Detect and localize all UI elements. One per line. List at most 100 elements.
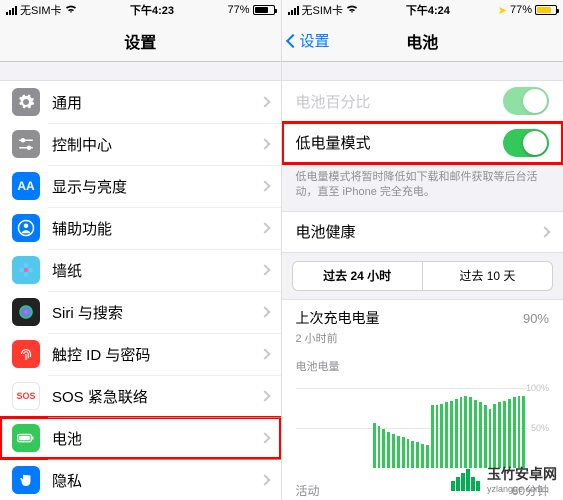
settings-group-main: 通用控制中心AA显示与亮度辅助功能墙纸Siri 与搜索触控 ID 与密码SOSS… [0, 80, 281, 500]
wifi-icon [346, 4, 358, 17]
nav-bar: 设置 [0, 20, 281, 62]
chart-bar [498, 402, 501, 468]
chevron-right-icon [259, 96, 270, 107]
low-power-mode-cell[interactable]: 低电量模式 [282, 122, 563, 164]
chevron-right-icon [259, 180, 270, 191]
wallpaper-icon [12, 256, 40, 284]
battery-level-chart: 100% 50% [296, 388, 550, 468]
settings-row-accessibility[interactable]: 辅助功能 [0, 207, 281, 249]
chart-bar [407, 439, 410, 468]
settings-row-siri[interactable]: Siri 与搜索 [0, 291, 281, 333]
watermark-title: 玉竹安卓网 [487, 466, 557, 482]
watermark-url: yzlangge.com [487, 484, 557, 494]
settings-row-wallpaper[interactable]: 墙纸 [0, 249, 281, 291]
chart-bar [402, 437, 405, 467]
chart-bar [503, 401, 506, 468]
siri-icon [12, 298, 40, 326]
chart-bar [387, 432, 390, 468]
chart-bar [426, 445, 429, 467]
low-power-mode-switch[interactable] [503, 129, 549, 157]
chart-ylabel-50: 50% [531, 423, 549, 433]
accessibility-icon [12, 214, 40, 242]
chart-bar [416, 442, 419, 468]
clock: 下午4:23 [130, 2, 174, 18]
chevron-right-icon [259, 306, 270, 317]
settings-row-battery[interactable]: 电池 [0, 417, 281, 459]
privacy-icon [12, 466, 40, 494]
row-label: SOS 紧急联络 [52, 386, 261, 407]
status-bar: 无SIM卡 下午4:23 77% [0, 0, 281, 20]
chart-bar [464, 396, 467, 468]
battery-health-cell[interactable]: 电池健康 [282, 211, 563, 253]
chevron-right-icon [259, 432, 270, 443]
battery-icon [12, 424, 40, 452]
chart-bar [479, 402, 482, 468]
last-charge-subtitle: 2 小时前 [296, 330, 550, 346]
cell-label: 电池健康 [296, 221, 542, 242]
activity-label: 活动 [296, 482, 320, 499]
chevron-right-icon [259, 264, 270, 275]
chart-bar [450, 401, 453, 468]
carrier-text: 无SIM卡 [20, 2, 62, 18]
chart-bar [474, 400, 477, 468]
chart-bar [440, 404, 443, 468]
row-label: 显示与亮度 [52, 176, 261, 197]
settings-row-control[interactable]: 控制中心 [0, 123, 281, 165]
chevron-right-icon [259, 222, 270, 233]
chart-bar [431, 405, 434, 467]
low-power-footnote: 低电量模式将暂时降低如下载和邮件获取等后台活动，直至 iPhone 完全充电。 [282, 164, 563, 211]
chart-bar [489, 409, 492, 468]
chart-bar [460, 397, 463, 467]
last-charge-pct: 90% [523, 311, 549, 326]
row-label: 通用 [52, 92, 261, 113]
chart-bar [392, 434, 395, 468]
battery-percentage-cell[interactable]: 电池百分比 [282, 80, 563, 122]
tab-last-24h[interactable]: 过去 24 小时 [293, 262, 422, 290]
battery-pct: 77% [510, 4, 532, 16]
battery-icon [253, 5, 275, 15]
battery-percentage-switch[interactable] [503, 87, 549, 115]
chevron-right-icon [259, 348, 270, 359]
chart-bar [421, 444, 424, 468]
chart-bar [493, 404, 496, 468]
settings-row-sos[interactable]: SOS SOS 紧急联络 [0, 375, 281, 417]
chart-bar [378, 426, 381, 468]
signal-icon [288, 6, 299, 15]
chevron-right-icon [539, 226, 550, 237]
chart-bar [484, 405, 487, 467]
chevron-right-icon [259, 474, 270, 485]
chart-bar [469, 397, 472, 467]
page-title: 设置 [124, 29, 156, 53]
settings-row-privacy[interactable]: 隐私 [0, 459, 281, 500]
back-button[interactable]: 设置 [288, 30, 330, 51]
settings-screen: 无SIM卡 下午4:23 77% 设置 通用控制中心 AA 显示与亮度辅助功能墙纸 S… [0, 0, 282, 500]
carrier-text: 无SIM卡 [302, 2, 344, 18]
chart-bar [508, 399, 511, 468]
row-label: 辅助功能 [52, 218, 261, 239]
settings-row-touchid[interactable]: 触控 ID 与密码 [0, 333, 281, 375]
settings-row-display[interactable]: AA 显示与亮度 [0, 165, 281, 207]
chart-ylabel-100: 100% [526, 383, 549, 393]
tab-last-10d[interactable]: 过去 10 天 [422, 262, 552, 290]
battery-pct: 77% [227, 4, 249, 16]
chart-bar [455, 399, 458, 468]
chart-bar [397, 436, 400, 468]
control-icon [12, 130, 40, 158]
chevron-right-icon [259, 138, 270, 149]
usage-segmented-control[interactable]: 过去 24 小时 过去 10 天 [292, 261, 554, 291]
signal-icon [6, 6, 17, 15]
cell-label: 低电量模式 [296, 132, 504, 153]
chart-bar [411, 441, 414, 468]
row-label: Siri 与搜索 [52, 302, 261, 323]
touchid-icon [12, 340, 40, 368]
battery-screen: 无SIM卡 下午4:24 ➤ 77% 设置 电池 电池百分比 [282, 0, 563, 500]
battery-chart-section: 上次充电电量 90% 2 小时前 电池电量 100% 50% [282, 299, 563, 474]
battery-icon [535, 5, 557, 15]
display-icon: AA [12, 172, 40, 200]
sos-icon: SOS [12, 382, 40, 410]
chart-title: 电池电量 [296, 358, 550, 374]
settings-row-general[interactable]: 通用 [0, 81, 281, 123]
back-label: 设置 [300, 30, 330, 51]
chart-bar [518, 396, 521, 468]
row-label: 墙纸 [52, 260, 261, 281]
